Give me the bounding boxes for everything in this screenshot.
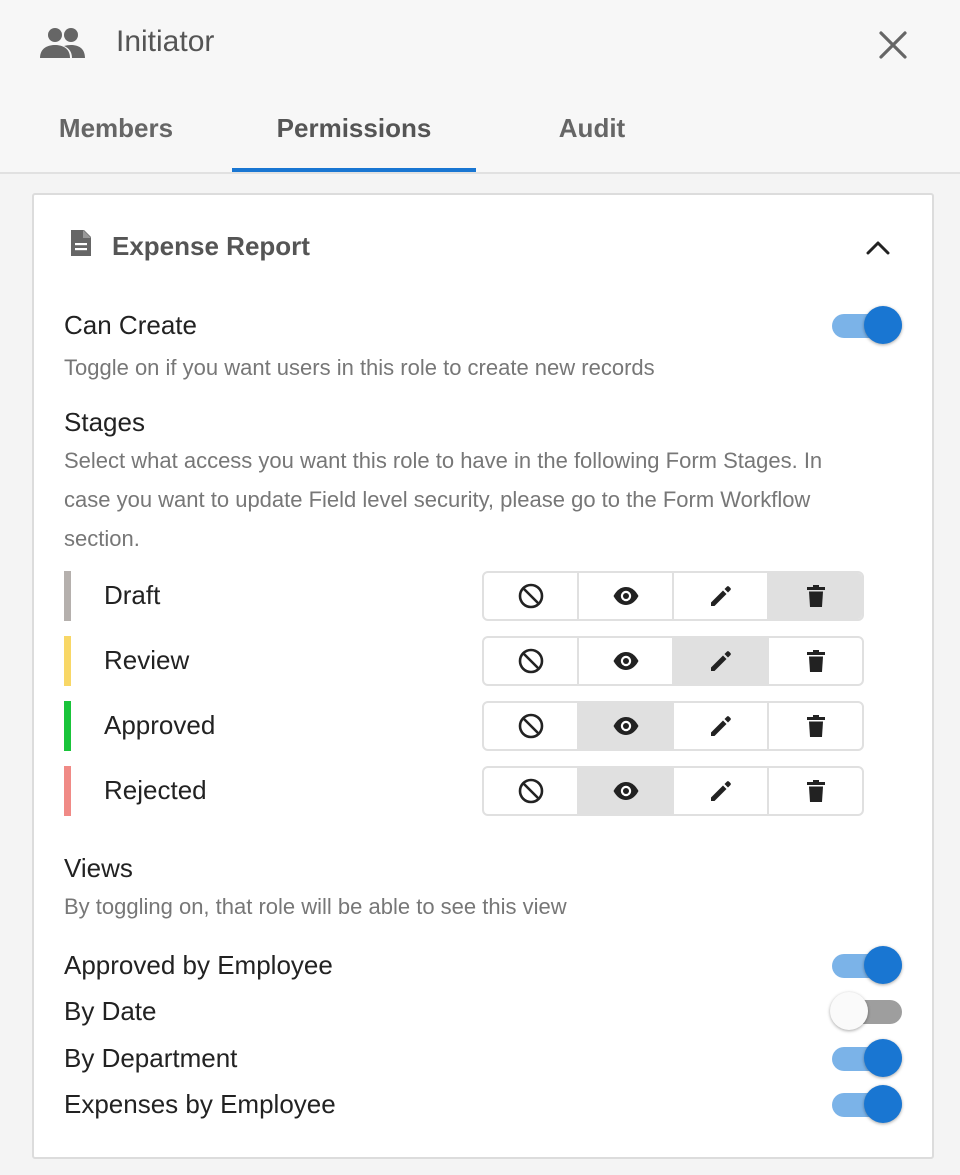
stage-access-selector <box>482 571 864 621</box>
access-delete-button[interactable] <box>769 573 862 619</box>
access-delete-button[interactable] <box>769 768 862 814</box>
views-label: Views <box>64 853 133 883</box>
tab-label: Audit <box>558 113 626 143</box>
stage-color-bar <box>64 571 71 621</box>
stage-name: Review <box>104 645 190 675</box>
edit-icon <box>710 781 731 801</box>
can-create-label: Can Create <box>64 310 197 340</box>
access-edit-button[interactable] <box>674 638 769 684</box>
stages-description-line: section. <box>64 526 140 551</box>
panel-header: Initiator Members Permissions Audit <box>0 0 960 174</box>
stages-description-line: Select what access you want this role to… <box>64 448 823 473</box>
form-title: Expense Report <box>112 231 310 261</box>
view-icon <box>613 782 638 800</box>
view-toggle[interactable] <box>830 1084 904 1124</box>
delete-icon <box>806 650 825 672</box>
view-name: By Department <box>64 1043 238 1073</box>
can-create-description: Toggle on if you want users in this role… <box>64 355 655 380</box>
access-delete-button[interactable] <box>769 638 862 684</box>
stages-description: Select what access you want this role to… <box>64 441 884 558</box>
stage-name: Approved <box>104 710 216 740</box>
stage-access-selector <box>482 766 864 816</box>
view-icon <box>613 652 638 670</box>
access-no-access-button[interactable] <box>484 573 579 619</box>
toggle-thumb <box>830 992 868 1030</box>
delete-icon <box>806 780 825 802</box>
views-description: By toggling on, that role will be able t… <box>64 894 567 919</box>
tab-permissions[interactable]: Permissions <box>232 96 476 172</box>
edit-icon <box>710 716 731 736</box>
tab-members[interactable]: Members <box>40 96 192 172</box>
access-view-button[interactable] <box>579 703 674 749</box>
tab-audit[interactable]: Audit <box>530 96 654 172</box>
access-no-access-button[interactable] <box>484 703 579 749</box>
stage-name: Draft <box>104 580 161 610</box>
stage-row: Review <box>64 636 904 686</box>
access-edit-button[interactable] <box>674 573 769 619</box>
view-toggle[interactable] <box>830 991 904 1031</box>
stage-access-selector <box>482 636 864 686</box>
no-access-icon <box>518 648 543 674</box>
tab-label: Members <box>58 113 174 143</box>
close-button[interactable] <box>870 22 916 68</box>
edit-icon <box>710 651 731 671</box>
no-access-icon <box>518 713 543 739</box>
document-icon <box>71 230 91 256</box>
view-toggle[interactable] <box>830 1038 904 1078</box>
stage-row: Approved <box>64 701 904 751</box>
close-icon <box>879 31 907 59</box>
view-icon <box>613 587 638 605</box>
stage-row: Draft <box>64 571 904 621</box>
toggle-thumb <box>864 1085 902 1123</box>
tab-label: Permissions <box>276 113 432 143</box>
view-icon <box>613 717 638 735</box>
toggle-thumb <box>864 306 902 344</box>
chevron-up-icon <box>866 241 890 255</box>
access-edit-button[interactable] <box>674 768 769 814</box>
no-access-icon <box>518 583 543 609</box>
access-view-button[interactable] <box>579 573 674 619</box>
form-permissions-card: Expense Report Can Create Toggle on if y… <box>32 193 934 1159</box>
toggle-thumb <box>864 946 902 984</box>
view-name: Approved by Employee <box>64 950 333 980</box>
stage-color-bar <box>64 701 71 751</box>
stages-description-line: case you want to update Field level secu… <box>64 487 811 512</box>
tab-bar: Members Permissions Audit <box>0 96 960 174</box>
collapse-button[interactable] <box>860 229 896 265</box>
stage-color-bar <box>64 636 71 686</box>
people-icon <box>40 28 85 58</box>
access-edit-button[interactable] <box>674 703 769 749</box>
stage-name: Rejected <box>104 775 207 805</box>
access-no-access-button[interactable] <box>484 768 579 814</box>
access-view-button[interactable] <box>579 768 674 814</box>
active-tab-indicator <box>232 168 476 172</box>
access-no-access-button[interactable] <box>484 638 579 684</box>
panel-title: Initiator <box>116 25 215 58</box>
access-delete-button[interactable] <box>769 703 862 749</box>
toggle-thumb <box>864 1039 902 1077</box>
delete-icon <box>806 715 825 737</box>
stage-access-selector <box>482 701 864 751</box>
delete-icon <box>806 585 825 607</box>
stage-color-bar <box>64 766 71 816</box>
no-access-icon <box>518 778 543 804</box>
stage-row: Rejected <box>64 766 904 816</box>
can-create-toggle[interactable] <box>830 305 904 345</box>
edit-icon <box>710 586 731 606</box>
view-toggle[interactable] <box>830 945 904 985</box>
stages-label: Stages <box>64 407 145 437</box>
access-view-button[interactable] <box>579 638 674 684</box>
view-name: Expenses by Employee <box>64 1089 336 1119</box>
view-name: By Date <box>64 996 157 1026</box>
